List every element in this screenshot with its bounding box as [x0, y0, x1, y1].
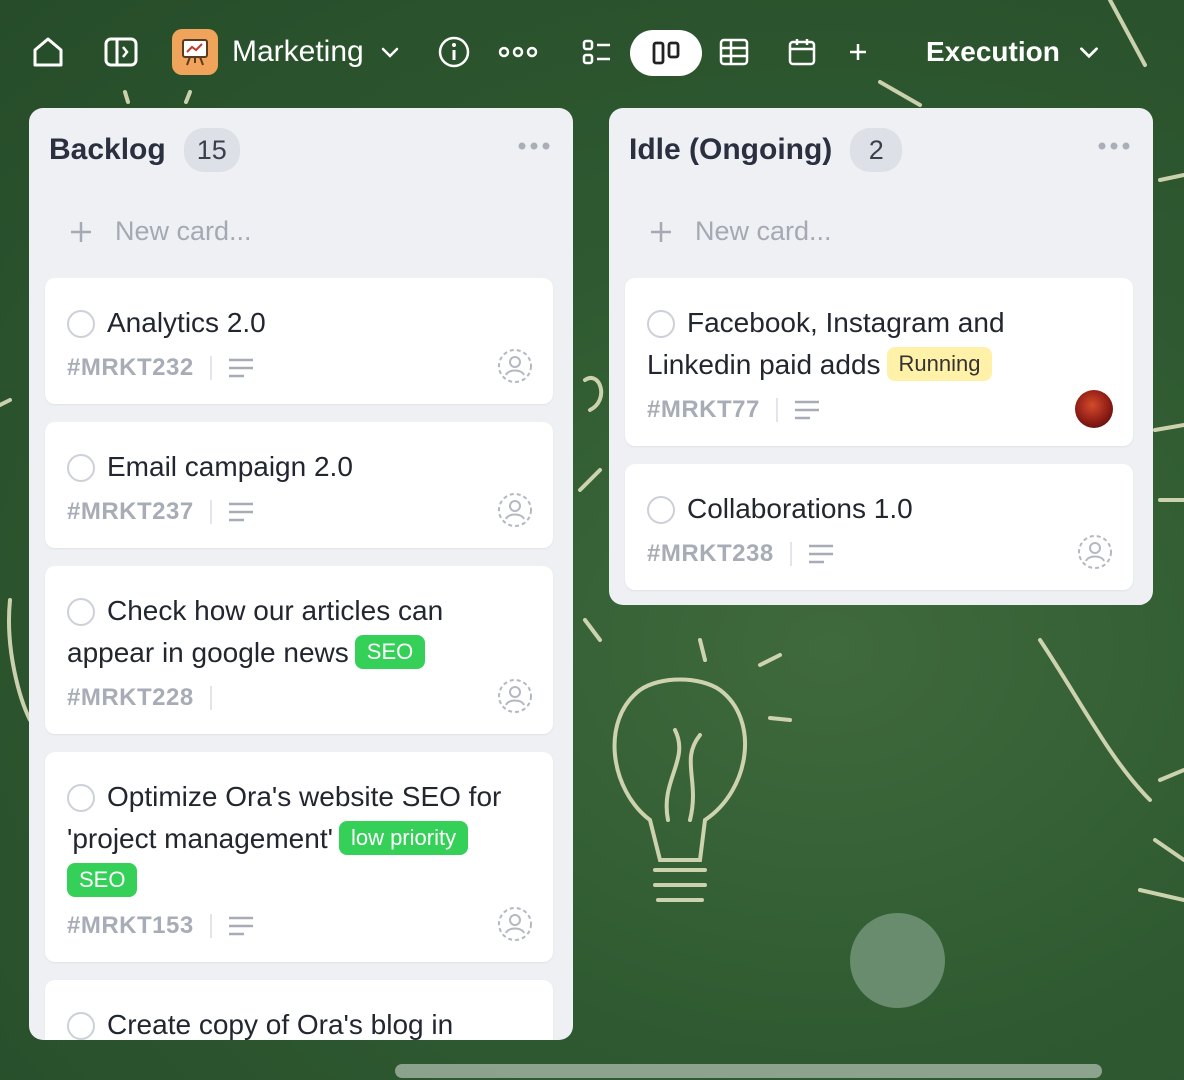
task-card[interactable]: Analytics 2.0 #MRKT232 — [45, 278, 553, 404]
unassigned-user-icon[interactable] — [1077, 534, 1113, 570]
card-id: #MRKT153 — [67, 912, 194, 939]
task-card[interactable]: Email campaign 2.0 #MRKT237 — [45, 422, 553, 548]
chevron-down-icon — [381, 47, 398, 58]
task-card[interactable]: Facebook, Instagram and Linkedin paid ad… — [625, 278, 1133, 446]
chevron-down-icon — [1079, 47, 1098, 59]
unassigned-user-icon[interactable] — [497, 678, 533, 714]
card-id: #MRKT237 — [67, 498, 194, 525]
card-meta: #MRKT237 — [67, 498, 254, 526]
card-id: #MRKT77 — [647, 396, 760, 423]
tag-low-priority[interactable]: low priority — [338, 821, 469, 855]
board-view-icon[interactable] — [630, 30, 702, 76]
workspace-name: Marketing — [232, 35, 364, 68]
new-card-placeholder: New card... — [115, 216, 252, 246]
task-checkbox[interactable] — [67, 454, 95, 482]
column-title: Backlog — [49, 133, 166, 166]
table-view-icon[interactable] — [718, 36, 750, 68]
plus-icon — [71, 221, 91, 242]
card-title: Collaborations 1.0 — [647, 488, 1113, 530]
column-header: Idle (Ongoing) 2 — [629, 128, 1133, 172]
view-name: Execution — [926, 36, 1060, 67]
add-view-icon[interactable] — [846, 40, 870, 64]
task-checkbox[interactable] — [67, 598, 95, 626]
divider — [775, 398, 778, 422]
plus-icon — [651, 221, 671, 242]
task-card[interactable]: Create copy of Ora's blog in — [45, 980, 553, 1040]
task-checkbox[interactable] — [67, 1012, 95, 1040]
column-backlog: Backlog 15 New card... Analytics 2.0 #MR… — [29, 108, 573, 1040]
divider — [209, 914, 212, 938]
task-card[interactable]: Collaborations 1.0 #MRKT238 — [625, 464, 1133, 590]
card-title: Create copy of Ora's blog in — [67, 1004, 533, 1040]
home-icon[interactable] — [30, 34, 66, 70]
card-meta: #MRKT238 — [647, 540, 834, 568]
task-checkbox[interactable] — [67, 310, 95, 338]
unassigned-user-icon[interactable] — [497, 906, 533, 942]
sidebar-toggle-icon[interactable] — [103, 34, 139, 70]
tag-seo[interactable]: SEO — [354, 635, 426, 669]
unassigned-user-icon[interactable] — [497, 492, 533, 528]
more-options-icon[interactable] — [498, 45, 538, 59]
column-more-icon[interactable] — [1097, 138, 1131, 156]
workspace-selector[interactable]: Marketing — [172, 29, 402, 75]
card-id: #MRKT228 — [67, 684, 194, 711]
presentation-board-icon — [172, 29, 218, 75]
card-id: #MRKT238 — [647, 540, 774, 567]
description-icon — [808, 544, 833, 564]
description-icon — [228, 502, 253, 522]
column-more-icon[interactable] — [517, 138, 551, 156]
description-icon — [228, 358, 253, 378]
view-selector[interactable]: Execution — [926, 36, 1102, 68]
new-card-placeholder: New card... — [695, 216, 832, 246]
assignee-avatar[interactable] — [1075, 390, 1113, 428]
divider — [209, 356, 212, 380]
card-title: Email campaign 2.0 — [67, 446, 533, 488]
column-idle-ongoing: Idle (Ongoing) 2 New card... Facebook, I… — [609, 108, 1153, 605]
divider — [209, 500, 212, 524]
tag-seo[interactable]: SEO — [67, 863, 138, 897]
info-icon[interactable] — [437, 35, 471, 69]
column-title: Idle (Ongoing) — [629, 133, 833, 166]
task-checkbox[interactable] — [647, 310, 675, 338]
column-count-badge: 2 — [850, 128, 903, 172]
card-meta: #MRKT77 — [647, 396, 820, 424]
task-checkbox[interactable] — [67, 784, 95, 812]
card-title: Analytics 2.0 — [67, 302, 533, 344]
task-card[interactable]: Optimize Ora's website SEO for 'project … — [45, 752, 553, 962]
card-meta: #MRKT232 — [67, 354, 254, 382]
column-count-badge: 15 — [183, 128, 240, 172]
divider — [209, 686, 212, 710]
column-header: Backlog 15 — [49, 128, 553, 172]
card-meta: #MRKT153 — [67, 912, 254, 940]
floating-action-button[interactable] — [850, 913, 945, 1008]
task-checkbox[interactable] — [647, 496, 675, 524]
divider — [789, 542, 792, 566]
description-icon — [228, 916, 253, 936]
top-toolbar: Marketing Execution — [0, 0, 1184, 104]
new-card-button[interactable]: New card... — [69, 216, 252, 247]
task-card[interactable]: Check how our articles can appear in goo… — [45, 566, 553, 734]
calendar-view-icon[interactable] — [786, 36, 818, 68]
unassigned-user-icon[interactable] — [497, 348, 533, 384]
horizontal-scrollbar[interactable] — [395, 1064, 1102, 1078]
new-card-button[interactable]: New card... — [649, 216, 832, 247]
card-id: #MRKT232 — [67, 354, 194, 381]
card-meta: #MRKT228 — [67, 684, 228, 712]
card-title: Optimize Ora's website SEO for 'project … — [67, 776, 533, 902]
list-view-icon[interactable] — [580, 35, 614, 69]
card-title: Facebook, Instagram and Linkedin paid ad… — [647, 307, 1005, 381]
description-icon — [794, 400, 819, 420]
card-title: Check how our articles can appear in goo… — [67, 595, 444, 669]
tag-running[interactable]: Running — [886, 347, 993, 381]
